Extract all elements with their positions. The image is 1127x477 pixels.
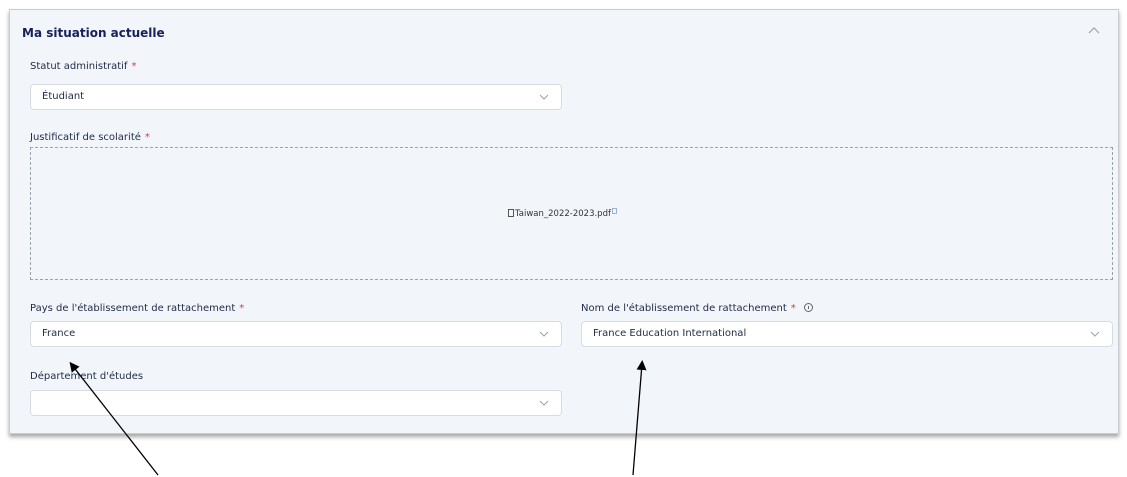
statut-value: Étudiant (42, 91, 85, 102)
departement-label-text: Département d'études (30, 371, 144, 382)
required-marker: * (790, 303, 796, 314)
section-title: Ma situation actuelle (22, 26, 165, 40)
chevron-down-icon (539, 400, 549, 406)
delete-icon[interactable] (611, 208, 617, 214)
justificatif-label-text: Justificatif de scolarité (30, 132, 141, 143)
chevron-down-icon (1090, 331, 1100, 337)
pays-label-text: Pays de l'établissement de rattachement (30, 303, 236, 314)
file-dropzone[interactable]: Taiwan_2022-2023.pdf (30, 147, 1113, 280)
info-icon[interactable] (803, 303, 813, 312)
nom-select[interactable]: France Education International (581, 321, 1113, 347)
required-marker: * (239, 303, 245, 314)
uploaded-file[interactable]: Taiwan_2022-2023.pdf (508, 208, 617, 219)
statut-select[interactable]: Étudiant (30, 84, 562, 110)
nom-value: France Education International (593, 328, 747, 339)
chevron-up-icon[interactable] (1087, 25, 1101, 35)
pays-value: France (42, 328, 76, 339)
departement-select[interactable] (30, 390, 562, 416)
departement-label: Département d'études (30, 371, 143, 382)
justificatif-label: Justificatif de scolarité * (30, 132, 150, 143)
nom-label-text: Nom de l'établissement de rattachement (581, 303, 787, 314)
chevron-down-icon (539, 331, 549, 337)
statut-label-text: Statut administratif (30, 61, 128, 72)
file-name: Taiwan_2022-2023.pdf (515, 209, 611, 219)
pays-label: Pays de l'établissement de rattachement * (30, 303, 244, 314)
document-icon (508, 209, 514, 217)
required-marker: * (131, 61, 137, 72)
statut-label: Statut administratif * (30, 61, 136, 72)
chevron-down-icon (539, 94, 549, 100)
nom-label: Nom de l'établissement de rattachement * (581, 303, 813, 314)
required-marker: * (144, 132, 150, 143)
pays-select[interactable]: France (30, 321, 562, 347)
